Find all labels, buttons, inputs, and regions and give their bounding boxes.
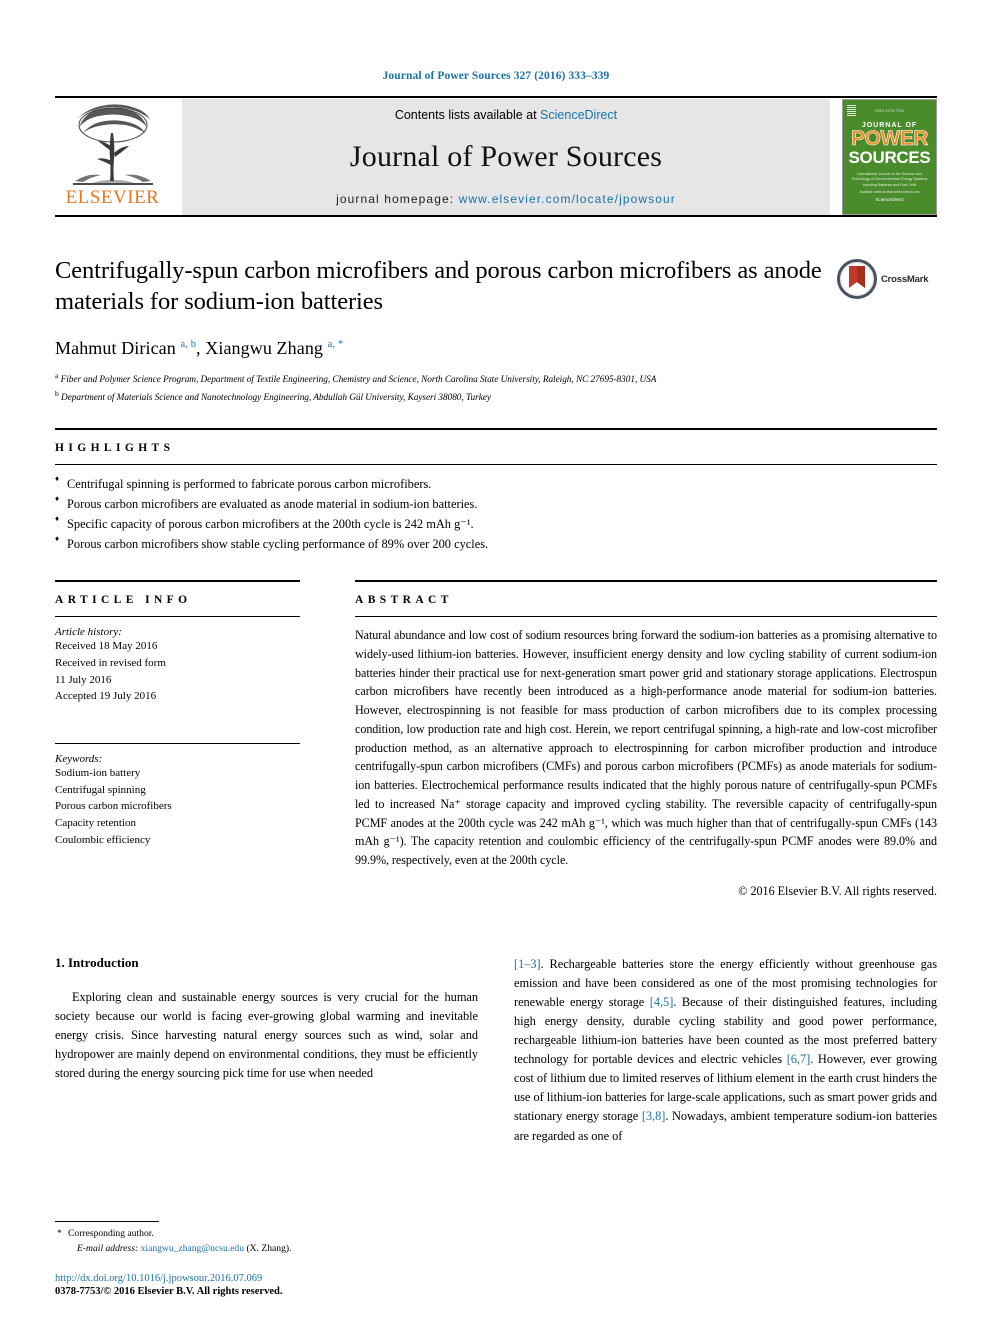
email-link[interactable]: xiangwu_zhang@ncsu.edu xyxy=(141,1243,244,1254)
journal-homepage-line: journal homepage: www.elsevier.com/locat… xyxy=(336,192,676,206)
crossmark-label: CrossMark xyxy=(881,273,929,285)
cover-footer-small: Available online at www.sciencedirect.co… xyxy=(859,190,920,194)
elsevier-wordmark: ELSEVIER xyxy=(65,187,160,208)
affiliation-a-text: Fiber and Polymer Science Program, Depar… xyxy=(60,374,657,385)
keywords-block: Keywords: Sodium-ion battery Centrifugal… xyxy=(55,753,300,849)
keyword-item: Sodium-ion battery xyxy=(55,767,141,780)
cover-elsevier-mark-icon xyxy=(847,105,856,116)
body-column-right: [1–3]. Rechargeable batteries store the … xyxy=(514,955,937,1146)
email-label: E-mail address: xyxy=(77,1242,139,1254)
cover-subtitle: International Journal on the Science and… xyxy=(851,171,928,187)
cover-footer: Available online at www.sciencedirect.co… xyxy=(843,190,936,202)
email-suffix: (X. Zhang). xyxy=(246,1242,292,1254)
abstract-text: Natural abundance and low cost of sodium… xyxy=(355,628,937,867)
section-heading-introduction: 1. Introduction xyxy=(55,954,139,970)
keyword-item: Coulombic efficiency xyxy=(55,833,151,846)
affiliation-b-marker: b xyxy=(55,388,59,398)
crossmark-icon xyxy=(837,259,877,299)
contents-prefix: Contents lists available at xyxy=(394,108,541,122)
keyword-item: Porous carbon microfibers xyxy=(55,800,172,813)
article-history-block: Article history: Received 18 May 2016 Re… xyxy=(55,626,300,705)
highlights-list: Centrifugal spinning is performed to fab… xyxy=(55,473,937,554)
elsevier-tree-icon xyxy=(72,104,153,185)
homepage-url-link[interactable]: www.elsevier.com/locate/jpowsour xyxy=(459,192,676,206)
corresponding-author-label: Corresponding author. xyxy=(68,1228,154,1240)
email-note: E-mail address: xiangwu_zhang@ncsu.edu (… xyxy=(55,1242,475,1256)
highlights-heading: HIGHLIGHTS xyxy=(55,441,175,454)
article-info-heading: ARTICLE INFO xyxy=(55,594,192,607)
intro-paragraph-right: [1–3]. Rechargeable batteries store the … xyxy=(514,955,937,1146)
body-column-left: 1. Introduction Exploring clean and sust… xyxy=(55,955,478,1146)
article-history-label: Article history: xyxy=(55,626,122,639)
keywords-label: Keywords: xyxy=(55,753,103,766)
citation-link[interactable]: [4,5] xyxy=(650,995,674,1009)
history-received: Received 18 May 2016 xyxy=(55,640,158,653)
footnote-rule xyxy=(55,1221,159,1223)
crossmark-badge[interactable]: CrossMark xyxy=(837,257,937,301)
journal-title: Journal of Power Sources xyxy=(349,140,663,173)
affiliations: a Fiber and Polymer Science Program, Dep… xyxy=(55,370,937,406)
citation-link[interactable]: [6,7] xyxy=(787,1052,811,1066)
cover-footer-brand: ScienceDirect xyxy=(875,197,904,202)
contents-available-line: Contents lists available at ScienceDirec… xyxy=(395,108,617,122)
citation-link[interactable]: [3,8] xyxy=(642,1109,666,1123)
affiliation-a: a Fiber and Polymer Science Program, Dep… xyxy=(55,370,937,388)
masthead-top-rule xyxy=(55,96,937,98)
abstract-column: ABSTRACT Natural abundance and low cost … xyxy=(355,580,937,899)
keywords-rule xyxy=(55,743,300,745)
corresponding-author-note: * Corresponding author. xyxy=(55,1227,475,1241)
article-info-top-rule xyxy=(55,580,300,583)
list-item: Porous carbon microfibers are evaluated … xyxy=(55,493,937,514)
list-item: Centrifugal spinning is performed to fab… xyxy=(55,473,937,494)
history-accepted: Accepted 19 July 2016 xyxy=(55,690,157,703)
list-item: Porous carbon microfibers show stable cy… xyxy=(55,533,937,554)
body-columns: 1. Introduction Exploring clean and sust… xyxy=(55,955,937,1146)
history-revised-label: Received in revised form xyxy=(55,656,166,669)
cover-power-word: POWER xyxy=(851,127,929,150)
homepage-prefix: journal homepage: xyxy=(336,192,459,206)
issn-copyright-line: 0378-7753/© 2016 Elsevier B.V. All right… xyxy=(55,1286,283,1297)
cover-top-strip: ISSN 0378-7753 xyxy=(875,109,904,113)
sciencedirect-link[interactable]: ScienceDirect xyxy=(540,108,617,122)
citation-link[interactable]: [1–3] xyxy=(514,957,541,971)
abstract-copyright: © 2016 Elsevier B.V. All rights reserved… xyxy=(738,883,937,898)
article-info-inner-rule xyxy=(55,616,300,618)
history-revised-date: 11 July 2016 xyxy=(55,673,112,686)
highlights-top-rule xyxy=(55,427,937,430)
corresponding-author-marker: * xyxy=(57,1228,62,1240)
keyword-item: Capacity retention xyxy=(55,817,136,830)
footnote-area: * Corresponding author. E-mail address: … xyxy=(55,1221,475,1297)
info-abstract-section: ARTICLE INFO Article history: Received 1… xyxy=(55,580,937,899)
highlights-section: HIGHLIGHTS Centrifugal spinning is perfo… xyxy=(55,427,937,554)
list-item: Specific capacity of porous carbon micro… xyxy=(55,513,937,534)
page-title: Centrifugally-spun carbon microfibers an… xyxy=(55,257,822,316)
journal-cover-thumbnail: ISSN 0378-7753 JOURNAL OF POWER SOURCES … xyxy=(842,99,937,215)
article-page: Journal of Power Sources 327 (2016) 333–… xyxy=(0,0,992,1323)
abstract-top-rule xyxy=(355,580,937,583)
highlights-inner-rule xyxy=(55,463,937,465)
running-head: Journal of Power Sources 327 (2016) 333–… xyxy=(382,70,610,82)
masthead-bottom-rule xyxy=(55,215,937,217)
journal-masthead: ELSEVIER Contents lists available at Sci… xyxy=(55,99,937,215)
elsevier-logo: ELSEVIER xyxy=(55,99,170,215)
author-list: Mahmut Dirican a, b, Xiangwu Zhang a, * xyxy=(55,337,344,358)
abstract-inner-rule xyxy=(355,616,937,618)
affiliation-b: b Department of Materials Science and Na… xyxy=(55,388,937,406)
keyword-item: Centrifugal spinning xyxy=(55,783,146,796)
cover-sources-word: SOURCES xyxy=(848,147,931,167)
article-info-column: ARTICLE INFO Article history: Received 1… xyxy=(55,580,300,899)
affiliation-b-text: Department of Materials Science and Nano… xyxy=(61,392,491,403)
doi-link[interactable]: http://dx.doi.org/10.1016/j.jpowsour.201… xyxy=(55,1273,475,1284)
title-block: Centrifugally-spun carbon microfibers an… xyxy=(55,255,937,406)
affiliation-a-marker: a xyxy=(55,370,59,380)
intro-paragraph-left: Exploring clean and sustainable energy s… xyxy=(55,989,478,1081)
abstract-heading: ABSTRACT xyxy=(355,594,453,607)
masthead-center-panel: Contents lists available at ScienceDirec… xyxy=(182,99,830,215)
